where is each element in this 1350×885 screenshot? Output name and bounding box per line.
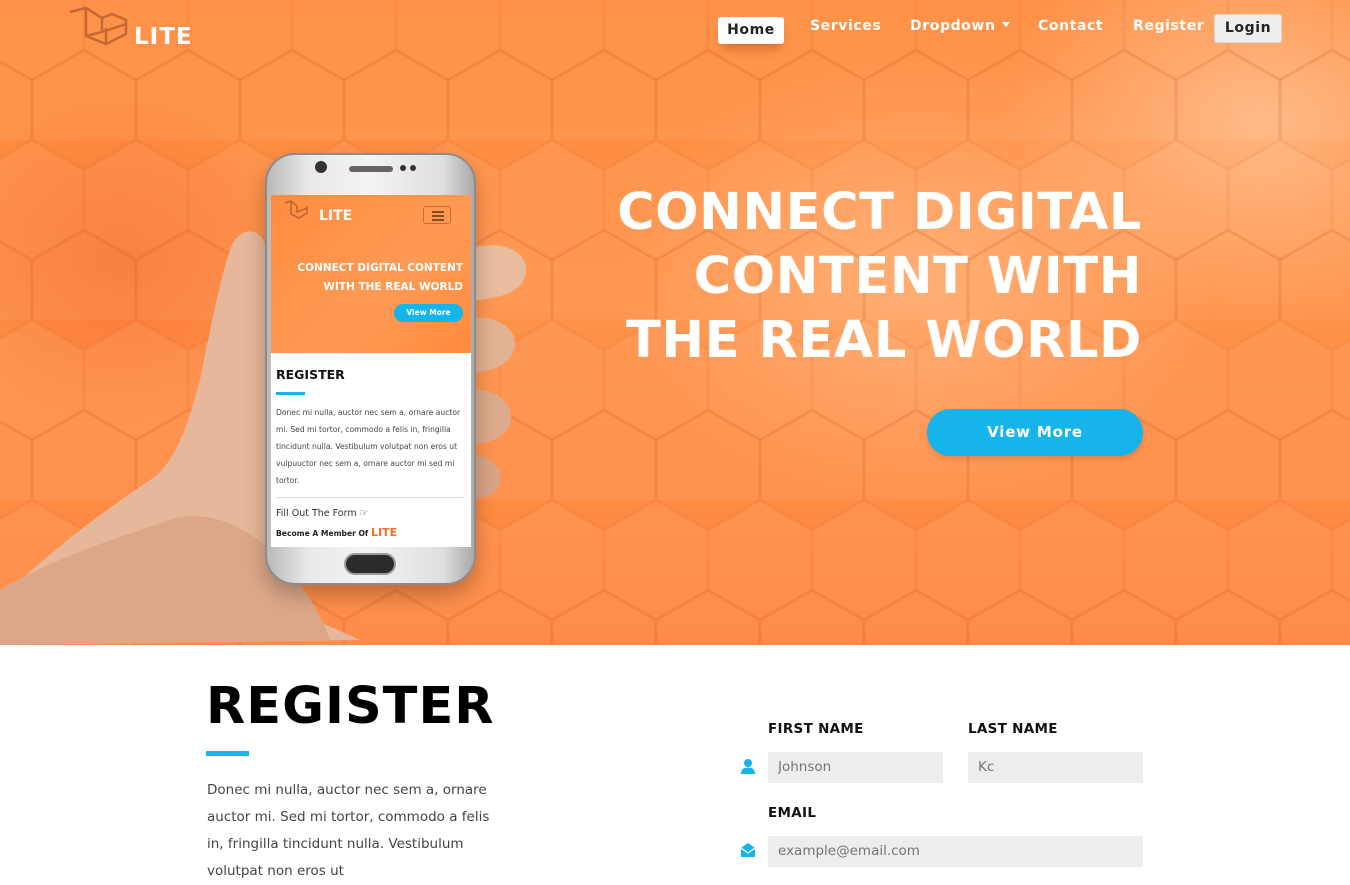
phone-screen: LITE CONNECT DIGITAL CONTENT WITH THE RE… — [271, 195, 471, 547]
hero-title-line: CONTENT WITH — [693, 247, 1142, 306]
email-field[interactable] — [768, 836, 1143, 867]
sensor-dot — [410, 165, 416, 171]
view-more-button[interactable]: View More — [927, 409, 1143, 456]
heading-underline — [206, 751, 249, 756]
email-label: EMAIL — [768, 805, 817, 821]
laravel-logo-icon — [284, 200, 308, 219]
phone-home-button — [344, 553, 396, 575]
hero-title-line: THE REAL WORLD — [625, 311, 1142, 370]
user-icon — [741, 759, 755, 774]
phone-divider — [276, 497, 464, 498]
envelope-icon — [740, 843, 756, 857]
phone-screen-hero: LITE CONNECT DIGITAL CONTENT WITH THE RE… — [271, 195, 471, 353]
phone-heading-underline — [276, 392, 305, 395]
phone-register-paragraph: Donec mi nulla, auctor nec sem a, ornare… — [276, 408, 461, 485]
phone-hero-title-line: WITH THE REAL WORLD — [323, 281, 463, 293]
nav-item-services[interactable]: Services — [810, 18, 881, 34]
nav-item-home[interactable]: Home — [718, 17, 784, 44]
nav-item-dropdown[interactable]: Dropdown — [910, 18, 1010, 34]
speaker-icon — [349, 166, 393, 172]
nav-item-contact[interactable]: Contact — [1038, 18, 1103, 34]
first-name-field[interactable] — [768, 752, 943, 783]
hamburger-menu-icon — [423, 206, 451, 224]
chevron-down-icon — [1001, 21, 1010, 27]
last-name-label: LAST NAME — [968, 721, 1058, 737]
phone-fill-form-label: Fill Out The Form ☞ — [276, 508, 368, 519]
phone-member-brand: LITE — [371, 526, 398, 539]
hero-title-line: CONNECT DIGITAL — [617, 183, 1142, 242]
phone-member-label: Become A Member Of — [276, 529, 369, 538]
hero-section: LITE Home Services Dropdown Contact Regi… — [0, 0, 1350, 645]
nav-item-dropdown-label: Dropdown — [910, 18, 996, 34]
nav-item-register[interactable]: Register — [1133, 18, 1204, 34]
phone-brand-name: LITE — [319, 208, 353, 224]
register-paragraph: Donec mi nulla, auctor nec sem a, ornare… — [207, 782, 490, 879]
phone-register-heading: REGISTER — [276, 367, 345, 382]
camera-icon — [315, 161, 327, 173]
phone-hero-title-line: CONNECT DIGITAL CONTENT — [297, 262, 463, 274]
hero-title: CONNECT DIGITAL CONTENT WITH THE REAL WO… — [582, 181, 1142, 373]
hand-pointer-icon: ☞ — [359, 508, 369, 519]
phone-view-more-button: View More — [394, 304, 463, 322]
login-button[interactable]: Login — [1214, 14, 1282, 43]
phone-fill-form-text: Fill Out The Form — [276, 508, 357, 519]
phone-hero-title: CONNECT DIGITAL CONTENT WITH THE REAL WO… — [273, 259, 463, 297]
first-name-label: FIRST NAME — [768, 721, 864, 737]
sensor-dot — [400, 165, 406, 171]
register-heading: REGISTER — [206, 677, 495, 736]
last-name-field[interactable] — [968, 752, 1143, 783]
